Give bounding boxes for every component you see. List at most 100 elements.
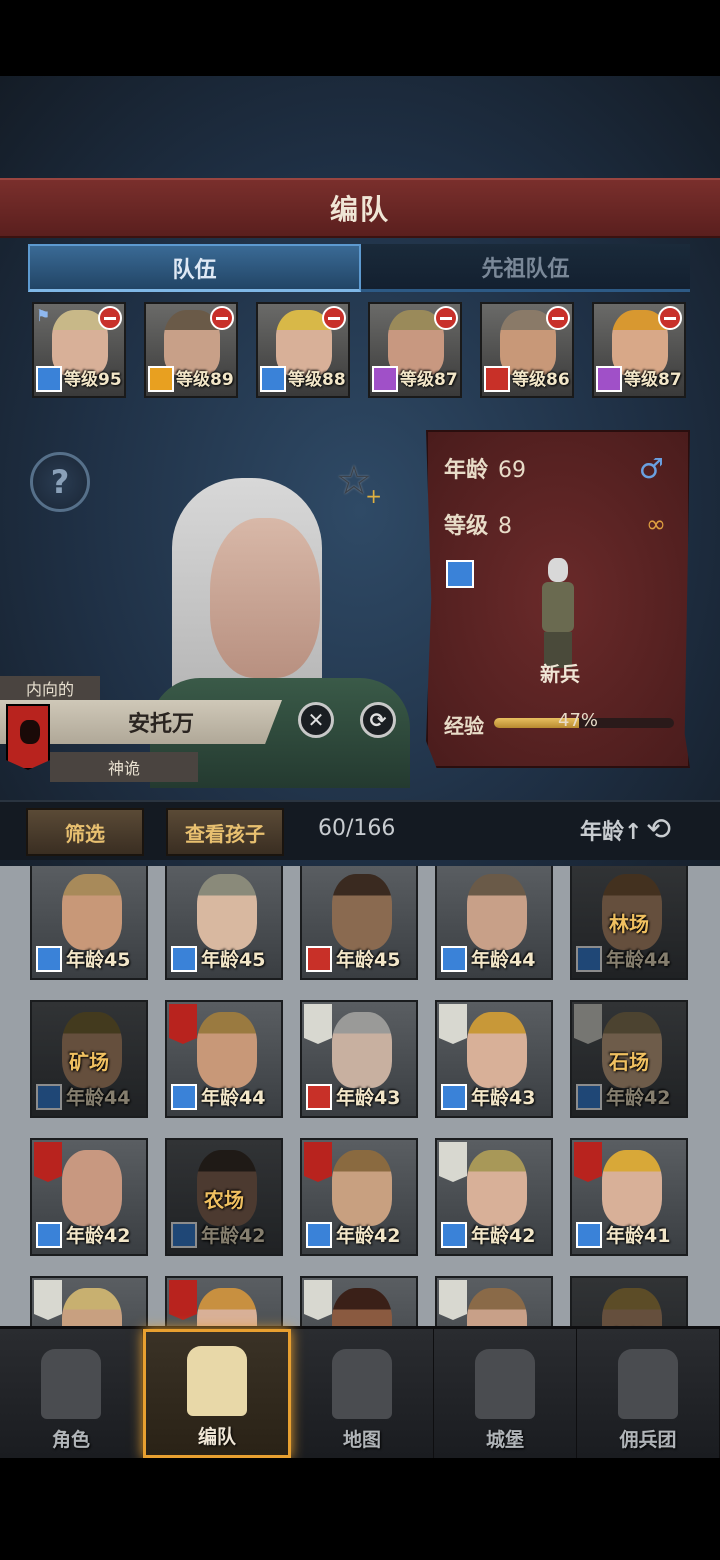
title-banner: 编队 <box>0 178 720 238</box>
sort-age-button[interactable]: 年龄↑ <box>580 814 642 846</box>
card-age: 年龄41 <box>606 1225 671 1247</box>
filter-button[interactable]: 筛选 <box>26 808 144 856</box>
team-slot[interactable]: 等级89 <box>144 302 238 398</box>
remove-icon[interactable] <box>434 306 458 330</box>
job-label: 农场 <box>204 1188 244 1212</box>
tab-ancestor-team[interactable]: 先祖队伍 <box>361 244 690 292</box>
tab-team[interactable]: 队伍 <box>28 244 361 292</box>
nav-item[interactable]: 佣兵团 <box>577 1329 720 1458</box>
card-portrait <box>197 1012 257 1088</box>
card-age: 年龄42 <box>471 1225 536 1247</box>
remove-icon[interactable] <box>210 306 234 330</box>
wolf-banner-icon <box>6 704 50 770</box>
character-card[interactable]: 年龄42 石场 <box>570 1000 688 1118</box>
character-card[interactable]: 年龄42 农场 <box>165 1138 283 1256</box>
class-icon <box>576 946 602 972</box>
refresh-icon[interactable]: ⟲ <box>646 812 671 847</box>
level-row: 等级 8 <box>444 508 512 540</box>
character-card[interactable]: 年龄42 <box>435 1138 553 1256</box>
age-value: 69 <box>498 458 527 483</box>
page-title: 编队 <box>329 193 390 226</box>
job-label: 石场 <box>609 1050 649 1074</box>
card-portrait <box>197 874 257 950</box>
character-name: 安托万 <box>127 712 194 737</box>
team-slot[interactable]: 等级87 <box>368 302 462 398</box>
member-level: 等级88 <box>288 370 346 390</box>
character-card[interactable]: 年龄42 <box>300 1138 418 1256</box>
card-portrait <box>467 874 527 950</box>
nav-label: 编队 <box>197 1426 236 1448</box>
character-card[interactable]: 年龄44 <box>435 866 553 980</box>
character-card[interactable]: 杂役 <box>570 1276 688 1326</box>
character-grid: 年龄45 年龄45 年龄45 年龄44 年龄44 林场 年龄44 矿场 年龄44 年龄43 年龄43… <box>0 866 720 1326</box>
character-card[interactable]: 年龄43 <box>300 1000 418 1118</box>
class-icon <box>36 946 62 972</box>
card-age: 年龄42 <box>66 1225 131 1247</box>
class-icon <box>36 1084 62 1110</box>
character-card[interactable]: 年龄41 <box>570 1138 688 1256</box>
class-icon <box>306 1222 332 1248</box>
class-icon <box>148 366 174 392</box>
banner-icon <box>304 1004 332 1044</box>
team-slot[interactable]: 等级87 <box>592 302 686 398</box>
remove-icon[interactable] <box>98 306 122 330</box>
character-card[interactable]: 年龄44 林场 <box>570 866 688 980</box>
nav-item[interactable]: 角色 <box>0 1329 143 1458</box>
nav-label: 角色 <box>51 1429 90 1451</box>
tab-bar: 队伍 先祖队伍 <box>28 244 690 292</box>
member-level: 等级87 <box>400 370 458 390</box>
job-label: 林场 <box>609 912 649 936</box>
class-icon <box>306 946 332 972</box>
sub-trait-label: 神诡 <box>50 752 198 782</box>
member-count: 60/166 <box>318 816 396 841</box>
card-portrait <box>467 1012 527 1088</box>
character-card[interactable]: 年龄44 矿场 <box>30 1000 148 1118</box>
character-card[interactable] <box>435 1276 553 1326</box>
remove-icon[interactable] <box>322 306 346 330</box>
card-portrait <box>332 874 392 950</box>
team-slot[interactable]: 等级95 ⚑ <box>32 302 126 398</box>
character-card[interactable]: 年龄42 <box>30 1138 148 1256</box>
character-card[interactable]: 年龄44 <box>165 1000 283 1118</box>
character-card[interactable]: 年龄43 <box>435 1000 553 1118</box>
remove-icon[interactable] <box>658 306 682 330</box>
character-card[interactable]: 年龄45 <box>165 866 283 980</box>
dismiss-button[interactable]: ✕ <box>298 702 334 738</box>
ring-icon[interactable]: ∞ <box>646 510 666 538</box>
view-children-button[interactable]: 查看孩子 <box>166 808 284 856</box>
age-row: 年龄 69 <box>444 452 526 484</box>
team-slot[interactable]: 等级88 <box>256 302 350 398</box>
swap-button[interactable]: ⟳ <box>360 702 396 738</box>
character-card[interactable] <box>300 1276 418 1326</box>
help-button[interactable]: ? <box>30 452 90 512</box>
card-portrait <box>332 1288 392 1326</box>
card-age: 年龄42 <box>606 1087 671 1109</box>
banner-icon <box>574 1142 602 1182</box>
male-icon: ♂ <box>638 452 664 485</box>
leader-flag-icon: ⚑ <box>36 306 51 325</box>
team-slot[interactable]: 等级86 <box>480 302 574 398</box>
character-card[interactable]: 年龄45 <box>300 866 418 980</box>
class-icon <box>441 1084 467 1110</box>
card-portrait <box>62 1150 122 1226</box>
character-card[interactable] <box>165 1276 283 1326</box>
nav-item[interactable]: 城堡 <box>434 1329 577 1458</box>
mercenary-icon <box>618 1349 678 1419</box>
character-card[interactable] <box>30 1276 148 1326</box>
banner-icon <box>169 1004 197 1044</box>
card-age: 年龄44 <box>66 1087 131 1109</box>
job-label: 矿场 <box>69 1050 109 1074</box>
nav-item[interactable]: 编队 <box>143 1329 291 1458</box>
card-age: 年龄43 <box>336 1087 401 1109</box>
card-portrait <box>332 1012 392 1088</box>
remove-icon[interactable] <box>546 306 570 330</box>
banner-icon <box>34 1142 62 1182</box>
character-card[interactable]: 年龄45 <box>30 866 148 980</box>
banner-icon <box>304 1142 332 1182</box>
class-icon <box>171 1222 197 1248</box>
level-label: 等级 <box>444 514 489 539</box>
class-icon <box>484 366 510 392</box>
system-nav-bar <box>0 1458 720 1560</box>
banner-icon <box>439 1004 467 1044</box>
nav-item[interactable]: 地图 <box>291 1329 434 1458</box>
